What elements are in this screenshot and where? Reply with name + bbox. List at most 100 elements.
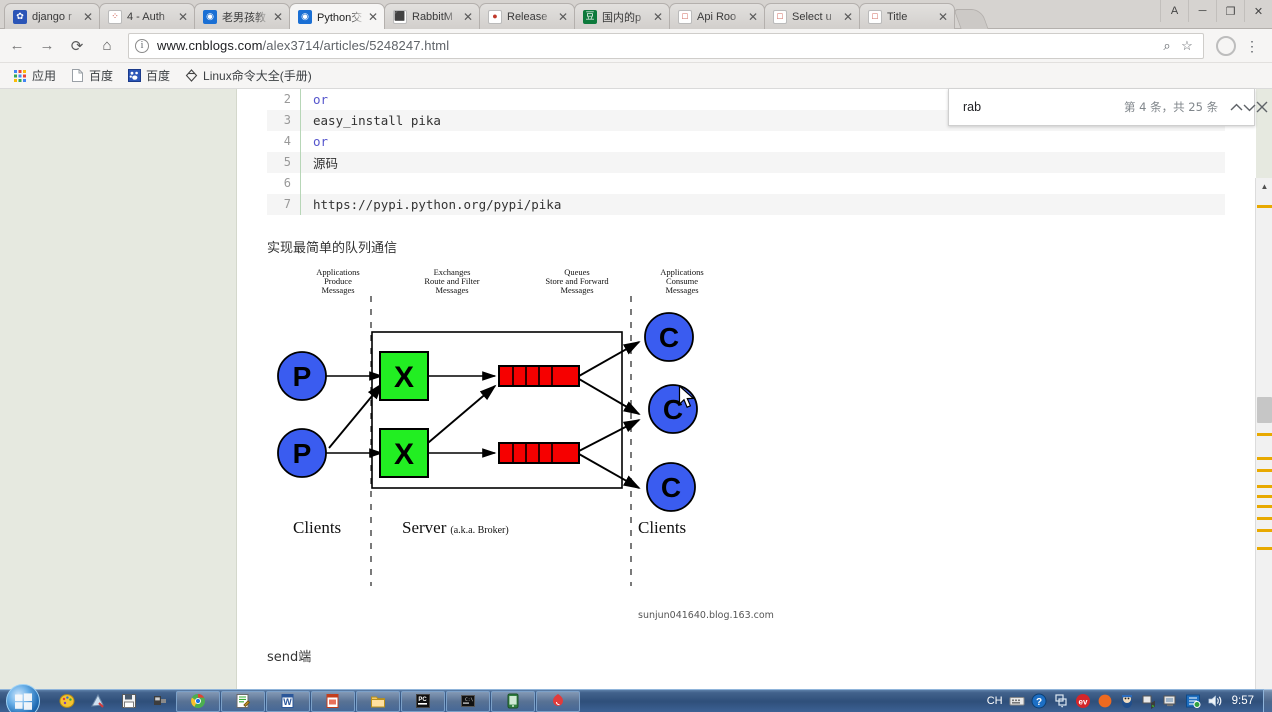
svg-text:C: C bbox=[661, 472, 681, 503]
code-line-number: 2 bbox=[267, 89, 301, 110]
ime-indicator[interactable]: CH bbox=[984, 695, 1006, 707]
page-scrollbar[interactable]: ▲ ▼ bbox=[1255, 178, 1272, 689]
bookmark-1[interactable]: 百度 bbox=[63, 65, 120, 87]
code-line-number: 4 bbox=[267, 131, 301, 152]
bookmark-2[interactable]: 百度 bbox=[120, 65, 177, 87]
taskbar-cmd-window[interactable]: C:\ bbox=[446, 690, 490, 712]
save-icon[interactable] bbox=[114, 691, 144, 712]
find-previous-icon[interactable] bbox=[1230, 92, 1243, 122]
tab-close-icon[interactable]: ✕ bbox=[176, 10, 190, 24]
find-input[interactable] bbox=[963, 100, 1124, 114]
browser-tab-4[interactable]: ⬛ RabbitM ✕ bbox=[384, 3, 480, 29]
diagram-top-label-3: Applications Consume Messages bbox=[627, 268, 737, 295]
svg-text:C: C bbox=[659, 322, 679, 353]
tab-close-icon[interactable]: ✕ bbox=[936, 10, 950, 24]
tool-icon[interactable] bbox=[145, 691, 175, 712]
douban-icon: 豆 bbox=[583, 9, 597, 24]
orange-dot-icon[interactable] bbox=[1094, 693, 1116, 709]
browser-tab-7[interactable]: □ Api Roo ✕ bbox=[669, 3, 765, 29]
minimize-button[interactable]: ─ bbox=[1188, 0, 1216, 22]
reload-icon[interactable]: ⟳ bbox=[64, 33, 90, 59]
tab-close-icon[interactable]: ✕ bbox=[271, 10, 285, 24]
code-line: 7 https://pypi.python.org/pypi/pika bbox=[267, 194, 1225, 215]
taskbar-pycharm-window[interactable]: PC bbox=[401, 690, 445, 712]
chevron-down-icon bbox=[1243, 104, 1256, 111]
tab-close-icon[interactable]: ✕ bbox=[746, 10, 760, 24]
browser-tab-8[interactable]: □ Select u ✕ bbox=[764, 3, 860, 29]
shield-icon[interactable] bbox=[1182, 693, 1204, 709]
browser-tab-0[interactable]: ✿ django r ✕ bbox=[4, 3, 100, 29]
windows-logo-icon bbox=[14, 692, 32, 710]
taskbar-explorer-window[interactable] bbox=[356, 690, 400, 712]
address-bar[interactable]: i www.cnblogs.com/alex3714/articles/5248… bbox=[128, 32, 1204, 59]
new-tab-button[interactable] bbox=[953, 9, 989, 29]
chrome-menu-icon[interactable]: ⋮ bbox=[1242, 39, 1262, 53]
svg-text:X: X bbox=[394, 361, 414, 394]
find-marker-3 bbox=[1257, 457, 1272, 460]
page-info-icon[interactable]: i bbox=[135, 38, 149, 53]
find-bar: 第 4 条，共 25 条 bbox=[948, 89, 1268, 126]
zoom-icon[interactable]: ⌕ bbox=[1157, 38, 1177, 54]
volume-icon[interactable] bbox=[1204, 693, 1226, 709]
label-line: Messages bbox=[665, 285, 699, 295]
browser-tab-6[interactable]: 豆国内的p ✕ bbox=[574, 3, 670, 29]
tab-close-icon[interactable]: ✕ bbox=[841, 10, 855, 24]
taskbar-phone-window[interactable] bbox=[491, 690, 535, 712]
monitor-icon[interactable] bbox=[1160, 693, 1182, 709]
avatar[interactable] bbox=[1216, 35, 1236, 56]
forward-icon[interactable]: → bbox=[34, 33, 60, 59]
ev-icon[interactable]: ev bbox=[1072, 693, 1094, 709]
show-desktop-button[interactable] bbox=[1263, 689, 1272, 712]
page-icon: □ bbox=[868, 9, 882, 24]
network-share-icon[interactable] bbox=[1138, 693, 1160, 709]
ime-label: CH bbox=[986, 694, 1003, 707]
bookmark-3[interactable]: Linux命令大全(手册) bbox=[177, 65, 319, 87]
browser-tab-2[interactable]: ◉ 老男孩教 ✕ bbox=[194, 3, 290, 29]
scroll-up-icon[interactable]: ▲ bbox=[1256, 178, 1272, 195]
arrange-icon[interactable] bbox=[1050, 693, 1072, 709]
taskbar-editor-window[interactable] bbox=[221, 690, 265, 712]
maximize-button[interactable]: ❐ bbox=[1216, 0, 1244, 22]
blue-globe-icon: ◉ bbox=[298, 9, 312, 24]
browser-tab-1[interactable]: ⁘ 4 - Auth ✕ bbox=[99, 3, 195, 29]
consumer-node-1: C bbox=[644, 312, 694, 362]
svg-text:?: ? bbox=[1036, 697, 1042, 708]
windows-taskbar: W PC C:\ CH ? ev 9:57 bbox=[0, 684, 1272, 712]
start-button[interactable] bbox=[6, 684, 40, 712]
taskbar-word-window[interactable]: W bbox=[266, 690, 310, 712]
tab-close-icon[interactable]: ✕ bbox=[366, 10, 380, 24]
taskbar-red-app-window[interactable] bbox=[536, 690, 580, 712]
home-icon[interactable]: ⌂ bbox=[94, 33, 120, 59]
penguin-icon[interactable] bbox=[1116, 693, 1138, 709]
code-line-text: 源码 bbox=[313, 156, 339, 171]
find-next-icon[interactable] bbox=[1243, 92, 1256, 122]
taskbar-chrome-window[interactable] bbox=[176, 690, 220, 712]
close-button[interactable]: ✕ bbox=[1244, 0, 1272, 22]
tab-close-icon[interactable]: ✕ bbox=[461, 10, 475, 24]
bookmark-star-icon[interactable]: ☆ bbox=[1177, 38, 1197, 54]
code-line-text: or bbox=[313, 134, 329, 149]
bookmark-label: Linux命令大全(手册) bbox=[203, 69, 312, 83]
code-line-text: or bbox=[313, 92, 329, 107]
help-icon[interactable]: ? bbox=[1028, 693, 1050, 709]
keyboard-icon[interactable] bbox=[1006, 693, 1028, 709]
paint-icon[interactable] bbox=[52, 691, 82, 712]
taskbar-powerpoint-window[interactable] bbox=[311, 690, 355, 712]
scrollbar-thumb[interactable] bbox=[1257, 397, 1272, 423]
account-button[interactable]: A bbox=[1160, 0, 1188, 22]
snipping-tool-icon[interactable] bbox=[83, 691, 113, 712]
find-close-icon[interactable] bbox=[1256, 92, 1268, 122]
browser-tab-9[interactable]: □ Title ✕ bbox=[859, 3, 955, 29]
bookmark-0[interactable]: 应用 bbox=[6, 65, 63, 87]
tab-close-icon[interactable]: ✕ bbox=[81, 10, 95, 24]
browser-tab-3[interactable]: ◉ Python交 ✕ bbox=[289, 3, 385, 29]
tab-title: 4 - Auth bbox=[127, 10, 165, 23]
back-icon[interactable]: ← bbox=[4, 33, 30, 59]
system-tray: CH ? ev 9:57 bbox=[984, 689, 1272, 712]
taskbar-clock[interactable]: 9:57 bbox=[1226, 695, 1263, 707]
tab-close-icon[interactable]: ✕ bbox=[651, 10, 665, 24]
browser-tab-5[interactable]: ● Release ✕ bbox=[479, 3, 575, 29]
tab-close-icon[interactable]: ✕ bbox=[556, 10, 570, 24]
find-marker-4 bbox=[1257, 469, 1272, 472]
tab-title: Api Roo bbox=[697, 10, 737, 23]
